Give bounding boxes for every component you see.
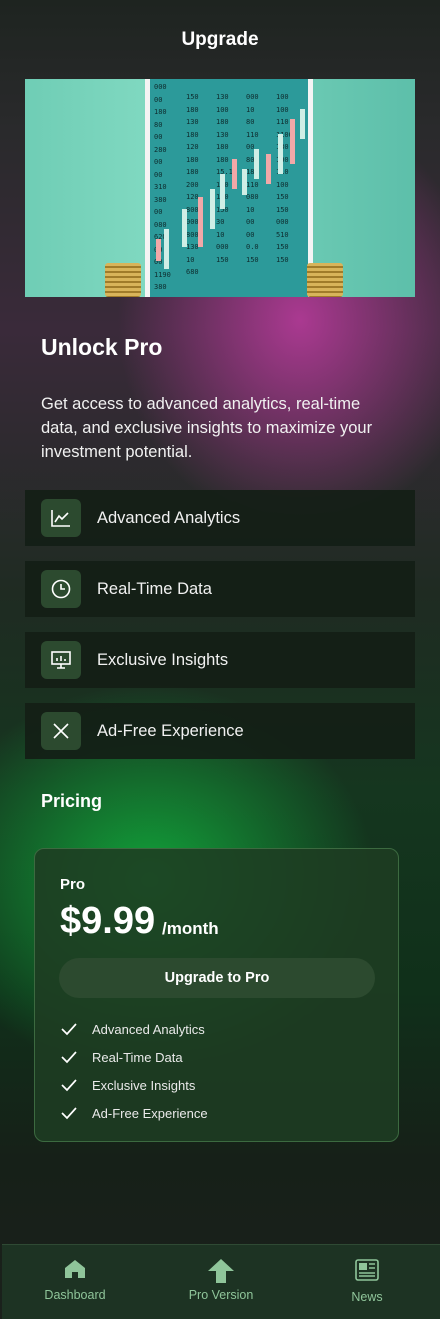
check-icon bbox=[61, 1023, 77, 1036]
newspaper-icon bbox=[355, 1259, 379, 1281]
feature-item-advanced-analytics: Advanced Analytics bbox=[25, 490, 415, 546]
plan-price: $9.99 bbox=[60, 900, 156, 942]
nav-item-pro-version[interactable]: Pro Version bbox=[161, 1245, 281, 1319]
close-icon bbox=[41, 712, 81, 750]
benefit-label: Real-Time Data bbox=[92, 1049, 183, 1065]
upgrade-button[interactable]: Upgrade to Pro bbox=[59, 958, 375, 998]
chart-line-icon bbox=[41, 499, 81, 537]
feature-label: Advanced Analytics bbox=[97, 508, 241, 527]
feature-item-exclusive-insights: Exclusive Insights bbox=[25, 632, 415, 688]
presentation-icon bbox=[41, 641, 81, 679]
unlock-title: Unlock Pro bbox=[41, 334, 163, 360]
intro-description: Get access to advanced analytics, real-t… bbox=[41, 395, 373, 461]
coin-stack-icon bbox=[307, 263, 343, 297]
nav-label: Dashboard bbox=[44, 1288, 106, 1302]
bottom-nav: Dashboard Pro Version News bbox=[2, 1244, 440, 1319]
check-icon bbox=[61, 1079, 77, 1092]
plan-name: Pro bbox=[60, 876, 86, 893]
home-icon bbox=[65, 1260, 85, 1278]
plan-period: /month bbox=[162, 919, 219, 938]
clock-icon bbox=[41, 570, 81, 608]
feature-label: Ad-Free Experience bbox=[97, 721, 244, 740]
coin-stack-icon bbox=[105, 263, 141, 297]
nav-item-news[interactable]: News bbox=[307, 1245, 427, 1319]
page-title: Upgrade bbox=[181, 29, 259, 50]
feature-label: Exclusive Insights bbox=[97, 650, 229, 669]
benefit-item: Real-Time Data bbox=[60, 1043, 208, 1071]
nav-label: News bbox=[351, 1290, 383, 1304]
feature-label: Real-Time Data bbox=[97, 579, 212, 598]
benefit-label: Exclusive Insights bbox=[92, 1077, 196, 1093]
benefit-list: Advanced Analytics Real-Time Data Exclus… bbox=[60, 1015, 208, 1127]
tablet-screen: 0000018080002800000310380000806200000119… bbox=[145, 79, 313, 297]
benefit-item: Ad-Free Experience bbox=[60, 1099, 208, 1127]
check-icon bbox=[61, 1107, 77, 1120]
benefit-item: Advanced Analytics bbox=[60, 1015, 208, 1043]
feature-item-ad-free: Ad-Free Experience bbox=[25, 703, 415, 759]
benefit-label: Ad-Free Experience bbox=[92, 1105, 208, 1121]
hero-image: 0000018080002800000310380000806200000119… bbox=[25, 79, 415, 297]
pricing-card: Pro $9.99 /month Upgrade to Pro Advanced… bbox=[34, 848, 399, 1142]
check-icon bbox=[61, 1051, 77, 1064]
benefit-label: Advanced Analytics bbox=[92, 1021, 205, 1037]
pricing-title: Pricing bbox=[41, 791, 103, 811]
benefit-item: Exclusive Insights bbox=[60, 1071, 208, 1099]
arrow-up-icon bbox=[208, 1259, 234, 1283]
feature-item-real-time-data: Real-Time Data bbox=[25, 561, 415, 617]
nav-label: Pro Version bbox=[188, 1288, 254, 1302]
nav-item-dashboard[interactable]: Dashboard bbox=[15, 1245, 135, 1319]
